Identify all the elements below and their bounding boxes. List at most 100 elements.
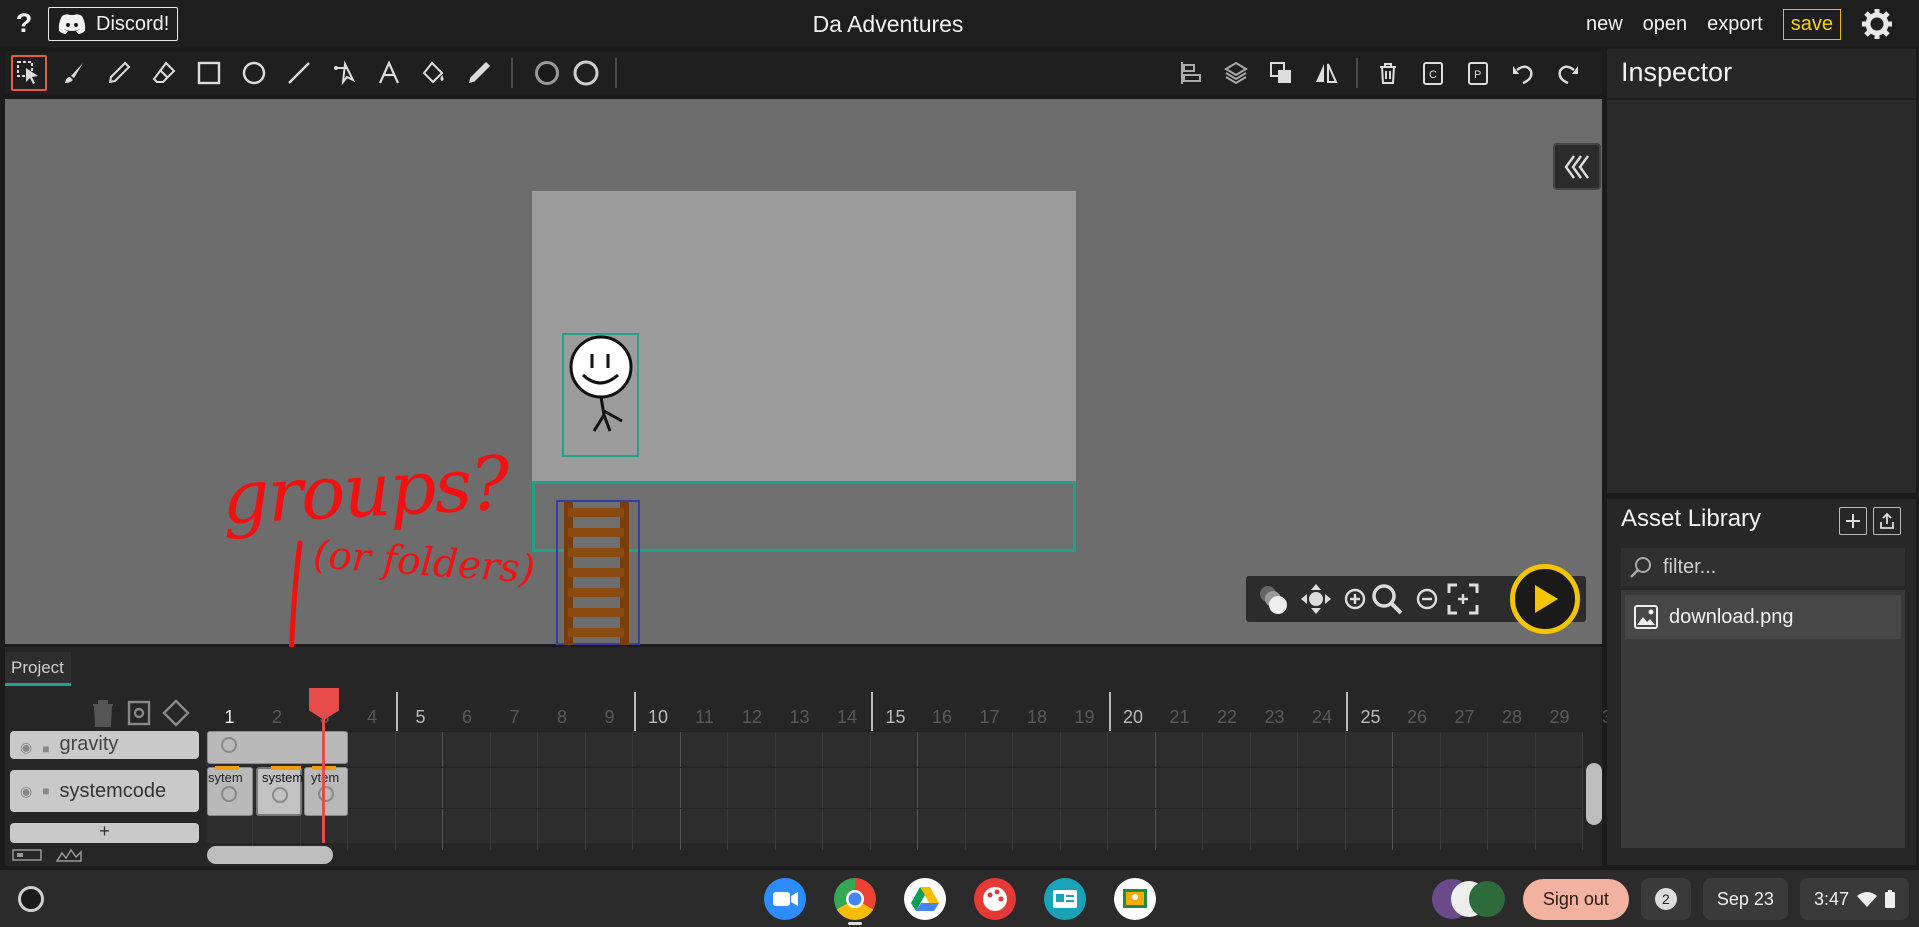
frame-number[interactable]: 6 [444,692,491,732]
frame-cell[interactable] [966,768,1013,809]
eyedropper-tool[interactable] [461,55,497,91]
frame-cell[interactable] [681,809,728,850]
play-button[interactable] [1510,564,1580,634]
frame-number[interactable]: 5 [396,692,443,732]
asset-item[interactable]: download.png [1625,595,1901,639]
frame-number[interactable]: 11 [681,692,728,732]
frame-cell[interactable] [349,768,396,809]
frame-cell[interactable] [966,809,1013,850]
copy-clip-tool[interactable]: C [1415,55,1451,91]
select-tool[interactable] [11,55,47,91]
classroom-app[interactable] [1114,878,1156,920]
fill-bucket-tool[interactable] [416,55,452,91]
open-button[interactable]: open [1643,13,1688,36]
frame-number[interactable]: 7 [491,692,538,732]
frame-ruler[interactable]: 1234567891011121314151617181920212223242… [206,692,1612,732]
filmstrip-icon[interactable] [12,848,42,862]
asset-filter-field[interactable]: filter... [1621,548,1905,586]
eye-icon[interactable]: ◉ [20,739,32,756]
timeline-vertical-scrollbar[interactable] [1586,763,1602,825]
frame-number[interactable]: 27 [1441,692,1488,732]
frame-number[interactable]: 10 [633,692,681,732]
frame-cell[interactable] [1489,809,1536,850]
frame-cell[interactable] [1536,809,1583,850]
export-button[interactable]: export [1707,13,1763,36]
frame-cell[interactable] [871,768,918,809]
frame-cell[interactable] [1204,768,1251,809]
frame-cell[interactable] [776,768,823,809]
layer-settings-icon[interactable] [126,698,152,728]
frame-cell[interactable] [1156,809,1203,850]
frame-cell[interactable] [1251,768,1298,809]
frame-cell[interactable] [396,809,443,850]
arrange-tool[interactable] [1263,55,1299,91]
text-tool[interactable] [371,55,407,91]
frame-cell[interactable] [729,768,776,809]
frame-number[interactable]: 22 [1204,692,1251,732]
zoom-out-icon[interactable] [1410,582,1444,616]
copy-page-tool[interactable]: P [1460,55,1496,91]
frame-cell[interactable] [1299,809,1346,850]
frame-number[interactable]: 17 [966,692,1013,732]
frame-cell[interactable] [729,809,776,850]
frame-cell[interactable] [1394,809,1441,850]
frames-row-gravity[interactable] [206,731,1583,773]
frame-number[interactable]: 24 [1299,692,1346,732]
ladder-object[interactable] [556,500,640,645]
pan-icon[interactable] [1299,582,1333,616]
zoom-in-icon[interactable] [1338,582,1372,616]
frame-number[interactable]: 13 [776,692,823,732]
frame-cell[interactable] [444,809,491,850]
frame-cell[interactable] [586,768,633,809]
frame-cell[interactable] [1204,809,1251,850]
gear-icon[interactable] [1861,8,1893,40]
lock-icon[interactable]: ■ [42,784,49,798]
frame-cell[interactable] [586,809,633,850]
frame-number[interactable]: 14 [824,692,871,732]
add-asset-button[interactable] [1839,507,1867,535]
frame-number[interactable]: 25 [1346,692,1393,732]
frame-cell[interactable] [919,809,966,850]
frame-cell[interactable] [871,809,918,850]
delete-layer-icon[interactable] [90,698,116,728]
export-asset-button[interactable] [1873,507,1901,535]
paint-app[interactable] [974,878,1016,920]
undo-tool[interactable] [1505,55,1541,91]
frame-cell[interactable] [919,768,966,809]
frame-cell[interactable] [1156,768,1203,809]
frame-cell[interactable] [634,809,681,850]
frame-cell[interactable] [539,768,586,809]
layer-systemcode[interactable]: ◉ ■ systemcode [10,770,199,812]
frame-number[interactable]: 8 [539,692,586,732]
frame-cell[interactable] [1394,768,1441,809]
system-status[interactable]: 3:47 [1799,878,1909,920]
frame-cell[interactable] [776,809,823,850]
frame-cell[interactable] [824,768,871,809]
new-button[interactable]: new [1586,13,1623,36]
flip-tool[interactable] [1308,55,1344,91]
layer-gravity[interactable]: ◉ ■ gravity [10,731,199,759]
frame-cell[interactable] [1014,768,1061,809]
collapse-panel-button[interactable] [1553,143,1601,190]
zoom-tool-icon[interactable] [1370,582,1404,616]
stickman-object[interactable] [562,333,639,457]
frame-cell[interactable] [634,768,681,809]
path-tool[interactable] [326,55,362,91]
frame-number[interactable]: 18 [1014,692,1061,732]
frame-cell[interactable] [824,809,871,850]
frame-cell[interactable] [1061,768,1108,809]
chrome-app[interactable] [834,878,876,920]
date-display[interactable]: Sep 23 [1702,878,1788,920]
notifications-badge[interactable]: 2 [1640,878,1691,920]
frame-number[interactable]: 19 [1061,692,1108,732]
frames-row-systemcode[interactable] [206,767,1583,809]
save-button[interactable]: save [1782,8,1841,40]
pencil-tool[interactable] [101,55,137,91]
frame-number[interactable]: 29 [1536,692,1583,732]
account-avatars-icon[interactable] [1431,878,1511,920]
frame-cell[interactable] [1441,768,1488,809]
stroke-color-swatch[interactable] [568,55,604,91]
frame-number[interactable]: 1 [206,692,253,732]
launcher-icon[interactable] [18,886,44,912]
project-title[interactable]: Da Adventures [0,11,1776,38]
